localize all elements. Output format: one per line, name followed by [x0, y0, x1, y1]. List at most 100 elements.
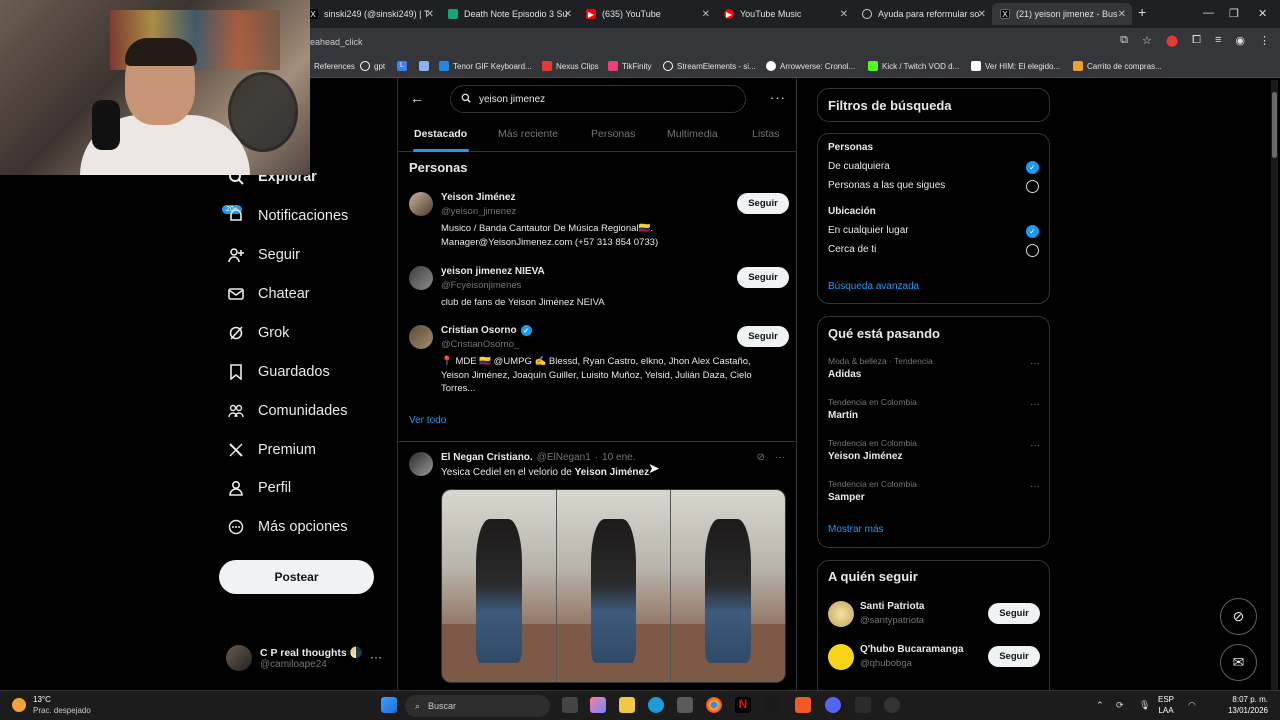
url-text[interactable]: eahead_click — [310, 37, 363, 47]
close-window-icon[interactable]: ✕ — [1258, 7, 1267, 20]
follow-button[interactable]: Seguir — [737, 326, 789, 347]
taskbar-search[interactable]: ⌕ Buscar — [405, 695, 550, 717]
chevron-up-icon[interactable]: ⌃ — [1096, 700, 1104, 711]
language-indicator[interactable]: ESP LAA — [1158, 694, 1174, 716]
nav-item-grok[interactable]: Grok — [228, 321, 289, 345]
tab-media[interactable]: Multimedia — [667, 128, 718, 140]
follow-button[interactable]: Seguir — [737, 193, 789, 214]
trend-item[interactable]: Tendencia en Colombia Samper ··· — [828, 479, 1040, 503]
copilot-icon[interactable] — [590, 697, 606, 713]
person-result[interactable]: yeison jimenez NIEVA @Fcyeisonjimenes cl… — [409, 266, 789, 311]
browser-tab[interactable]: ▶ YouTube Music ✕ — [716, 3, 854, 25]
clock[interactable]: 8:07 p. m. 13/01/2026 — [1200, 694, 1268, 716]
close-icon[interactable]: ✕ — [426, 9, 434, 20]
see-all-link[interactable]: Ver todo — [409, 415, 446, 426]
bookmark[interactable]: Kick / Twitch VOD d... — [868, 61, 959, 71]
profile-icon[interactable]: ◉ — [1235, 34, 1245, 47]
wifi-icon[interactable]: ◠ — [1188, 700, 1196, 711]
radio-checked-icon[interactable]: ✓ — [1026, 225, 1039, 238]
browser-tab[interactable]: Ayuda para reformular so ✕ — [854, 3, 992, 25]
more-icon[interactable]: ··· — [775, 452, 785, 463]
radio-icon[interactable] — [1026, 244, 1039, 257]
trend-item[interactable]: Tendencia en Colombia Yeison Jiménez ··· — [828, 438, 1040, 462]
show-more-link[interactable]: Mostrar más — [828, 524, 884, 535]
tab-latest[interactable]: Más reciente — [498, 128, 558, 140]
tweet-media[interactable] — [441, 489, 786, 683]
app-icon[interactable] — [795, 697, 811, 713]
bookmark[interactable] — [419, 61, 429, 71]
nav-item-bookmarks[interactable]: Guardados — [228, 360, 330, 384]
bookmark[interactable]: gpt — [360, 61, 385, 71]
file-explorer-icon[interactable] — [619, 697, 635, 713]
post-button[interactable]: Postear — [219, 560, 374, 594]
browser-tab-active[interactable]: X (21) yeison jimenez - Bus ✕ — [992, 3, 1132, 25]
account-switcher[interactable]: C P real thoughts 🌗 @camiloape24 — [226, 645, 363, 671]
app-icon[interactable] — [764, 697, 780, 713]
follow-button[interactable]: Seguir — [737, 267, 789, 288]
more-icon[interactable]: ··· — [1030, 399, 1040, 410]
grok-icon[interactable]: ⊘ — [757, 452, 765, 463]
app-icon[interactable] — [855, 697, 871, 713]
advanced-search-link[interactable]: Búsqueda avanzada — [828, 281, 919, 292]
menu-icon[interactable]: ⋮ — [1259, 34, 1270, 47]
store-icon[interactable] — [677, 697, 693, 713]
more-icon[interactable]: ··· — [1030, 440, 1040, 451]
maximize-icon[interactable]: ❐ — [1229, 7, 1239, 20]
messages-float-button[interactable]: ✉ — [1220, 644, 1257, 681]
windows-start-icon[interactable] — [381, 697, 397, 713]
browser-tab[interactable]: ▶ (635) YouTube ✕ — [578, 3, 716, 25]
follow-button[interactable]: Seguir — [988, 646, 1040, 667]
nav-item-follow[interactable]: Seguir — [228, 243, 300, 267]
close-icon[interactable]: ✕ — [978, 9, 986, 20]
tweet-author[interactable]: El Negan Cristiano. — [441, 452, 533, 463]
filter-option[interactable]: En cualquier lugar — [828, 225, 909, 236]
nav-item-notifications[interactable]: Notificaciones — [228, 204, 348, 228]
close-icon[interactable]: ✕ — [840, 9, 848, 20]
tab-featured[interactable]: Destacado — [414, 128, 467, 140]
close-icon[interactable]: ✕ — [1118, 9, 1126, 20]
bookmark[interactable]: Nexus Clips — [542, 61, 599, 71]
install-icon[interactable]: ⧉ — [1120, 34, 1128, 47]
nav-item-communities[interactable]: Comunidades — [228, 399, 347, 423]
search-input[interactable]: yeison jimenez — [450, 85, 746, 113]
new-tab-icon[interactable]: + — [1138, 4, 1146, 20]
scrollbar-thumb[interactable] — [1272, 92, 1277, 158]
bookmark[interactable]: TikFinity — [608, 61, 651, 71]
minimize-icon[interactable]: — — [1203, 7, 1214, 19]
bookmark[interactable]: Tenor GIF Keyboard... — [439, 61, 532, 71]
nav-item-premium[interactable]: Premium — [228, 438, 316, 462]
star-icon[interactable]: ☆ — [1142, 34, 1152, 47]
more-icon[interactable]: ··· — [1030, 481, 1040, 492]
scrollbar[interactable] — [1271, 80, 1278, 690]
discord-icon[interactable] — [825, 697, 841, 713]
bookmark[interactable]: L — [397, 61, 407, 71]
trend-item[interactable]: Moda & belleza · Tendencia Adidas ··· — [828, 356, 1040, 380]
tweet-time[interactable]: 10 ene. — [602, 452, 635, 463]
close-icon[interactable]: ✕ — [702, 9, 710, 20]
edge-icon[interactable] — [648, 697, 664, 713]
nav-item-more[interactable]: Más opciones — [228, 515, 347, 539]
extension-red-icon[interactable]: ⬤ — [1166, 34, 1178, 47]
netflix-icon[interactable]: N — [735, 697, 751, 713]
radio-checked-icon[interactable]: ✓ — [1026, 161, 1039, 174]
bookmark[interactable]: Carrito de compras... — [1073, 61, 1162, 71]
person-result[interactable]: Cristian Osorno ✓ @CristianOsorno_ 📍 MDE … — [409, 325, 789, 400]
more-icon[interactable]: ··· — [770, 90, 786, 105]
filter-option[interactable]: Personas a las que sigues — [828, 180, 945, 191]
browser-tab[interactable]: X sinski249 (@sinski249) | T ✕ — [300, 3, 440, 25]
task-view-icon[interactable] — [562, 697, 578, 713]
back-arrow-icon[interactable]: ← — [410, 90, 424, 106]
radio-icon[interactable] — [1026, 180, 1039, 193]
tab-lists[interactable]: Listas — [752, 128, 779, 140]
extensions-icon[interactable]: ⧠ — [1192, 34, 1201, 47]
grok-float-button[interactable]: ⊘ — [1220, 598, 1257, 635]
obs-icon[interactable] — [884, 697, 900, 713]
nav-item-chat[interactable]: Chatear — [228, 282, 310, 306]
bookmark[interactable]: StreamElements - si... — [663, 61, 756, 71]
bookmark[interactable]: Arrowverse: Cronol... — [766, 61, 855, 71]
tab-people[interactable]: Personas — [591, 128, 635, 140]
follow-button[interactable]: Seguir — [988, 603, 1040, 624]
bookmark[interactable]: Ver HIM: El elegido... — [971, 61, 1060, 71]
more-icon[interactable]: ··· — [1030, 358, 1040, 369]
close-icon[interactable]: ✕ — [564, 9, 572, 20]
